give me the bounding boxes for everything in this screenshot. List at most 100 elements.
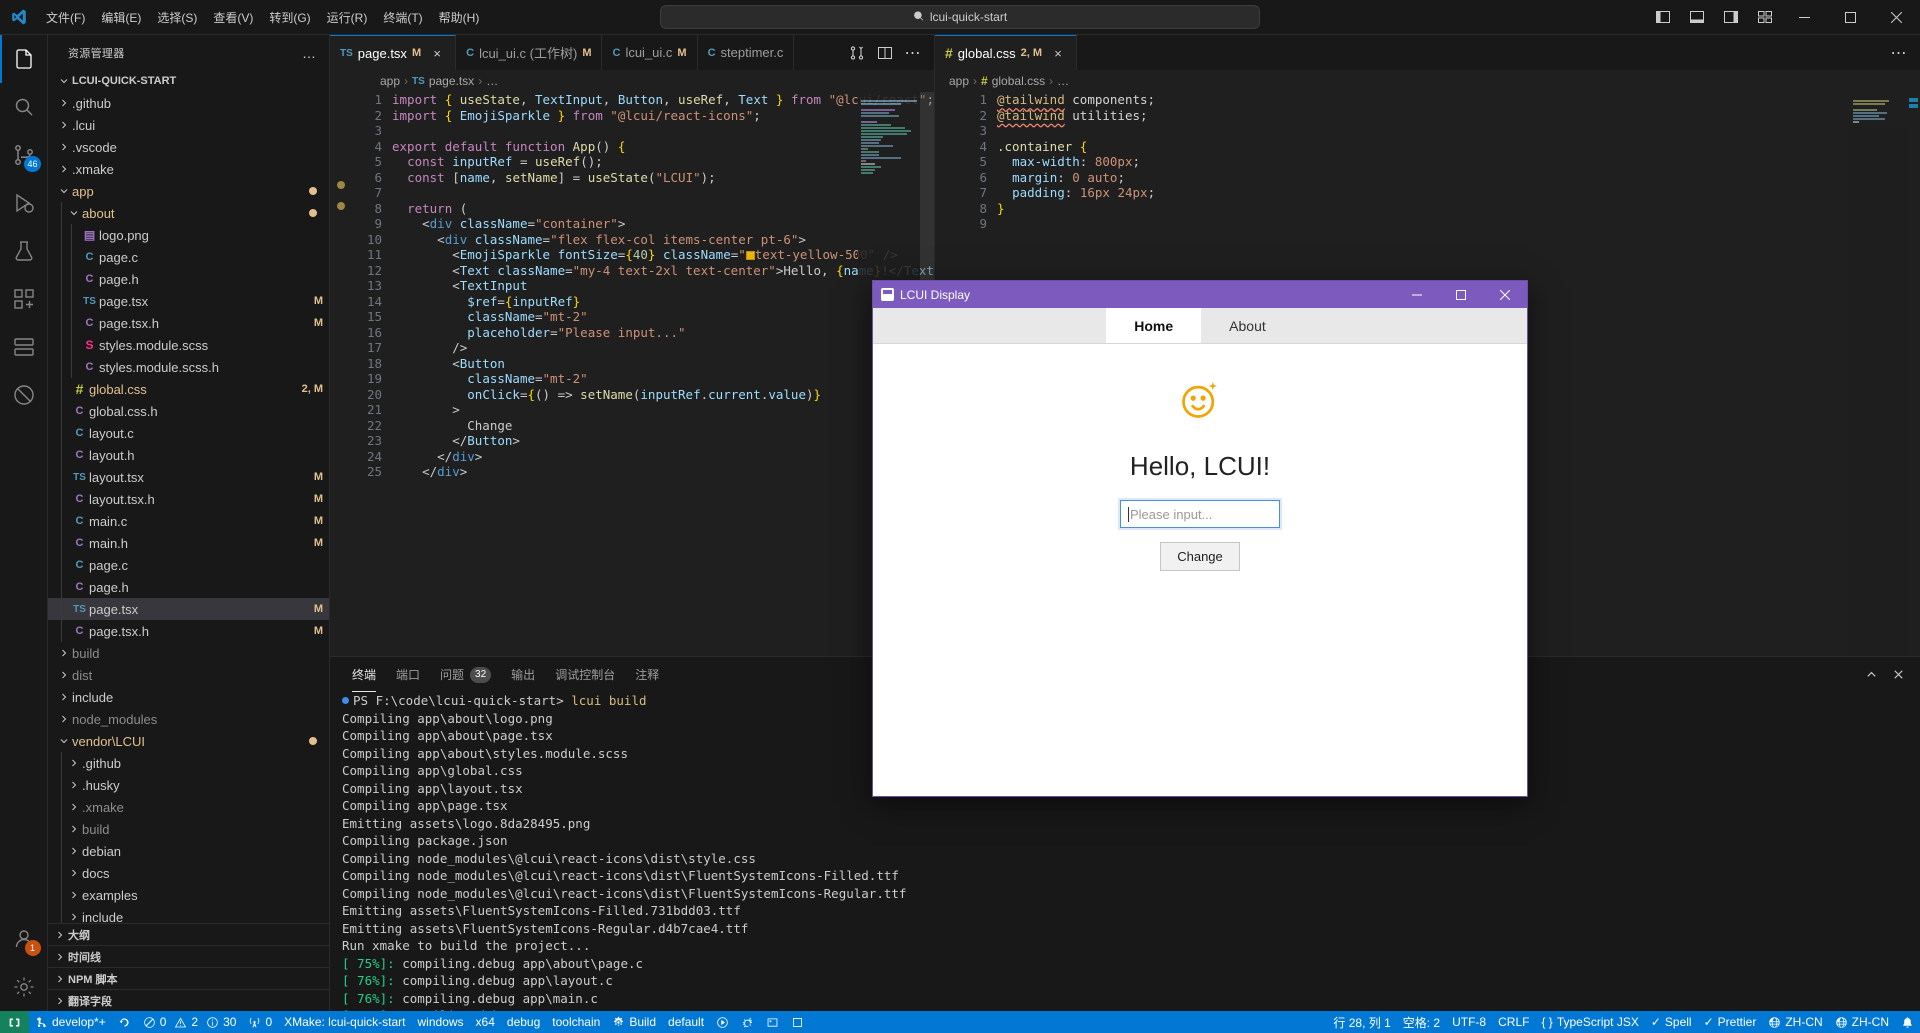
- tree-file-row[interactable]: Cmain.c M: [48, 510, 329, 532]
- close-icon[interactable]: [1483, 281, 1527, 308]
- breadcrumb-2[interactable]: app › # global.css › …: [935, 70, 1920, 92]
- lcui-display-window[interactable]: LCUI Display Home About Hello, LCUI! Ple…: [872, 280, 1528, 797]
- tree-folder-row[interactable]: dist: [48, 664, 329, 686]
- tree-folder-row[interactable]: .github: [48, 92, 329, 114]
- tree-file-row[interactable]: Cstyles.module.scss.h: [48, 356, 329, 378]
- status-xmake-run[interactable]: [710, 1011, 735, 1033]
- more-actions-icon[interactable]: ⋯: [900, 40, 926, 66]
- command-center[interactable]: lcui-quick-start: [660, 5, 1260, 29]
- minimize-icon[interactable]: [1782, 0, 1828, 35]
- menu-view[interactable]: 查看(V): [205, 0, 261, 34]
- breadcrumb-segment[interactable]: …: [486, 74, 498, 88]
- activity-item-remote-explorer[interactable]: [0, 323, 48, 371]
- open-changes-icon[interactable]: [844, 40, 870, 66]
- status-branch[interactable]: develop*+: [29, 1011, 112, 1033]
- tree-folder-row[interactable]: include: [48, 686, 329, 708]
- more-actions-icon[interactable]: ⋯: [1886, 40, 1912, 66]
- status-indentation[interactable]: 空格: 2: [1397, 1011, 1446, 1033]
- sidebar-section-大纲[interactable]: 大纲: [48, 923, 329, 945]
- status-problems[interactable]: 0 2 30: [137, 1011, 243, 1033]
- lcui-title-bar[interactable]: LCUI Display: [873, 281, 1527, 308]
- lcui-tab-home[interactable]: Home: [1106, 308, 1202, 343]
- maximize-icon[interactable]: [1439, 281, 1483, 308]
- panel-tab-注释[interactable]: 注释: [625, 657, 669, 692]
- chevron-up-icon[interactable]: [1859, 663, 1883, 687]
- status-xmake-debug[interactable]: [735, 1011, 760, 1033]
- tree-folder-row[interactable]: node_modules: [48, 708, 329, 730]
- tree-file-row[interactable]: Clayout.tsx.h M: [48, 488, 329, 510]
- maximize-icon[interactable]: [1828, 0, 1874, 35]
- status-ime-1[interactable]: ZH-CN: [1762, 1011, 1828, 1033]
- activity-item-run-and-debug[interactable]: [0, 179, 48, 227]
- tree-file-row[interactable]: Clayout.c: [48, 422, 329, 444]
- editor-scrollbar-2[interactable]: [1906, 92, 1920, 656]
- status-ime-2[interactable]: ZH-CN: [1829, 1011, 1895, 1033]
- editor-tab-global.css[interactable]: # global.css 2, M ×: [935, 35, 1078, 70]
- lcui-tab-about[interactable]: About: [1201, 308, 1294, 343]
- tree-folder-row[interactable]: debian: [48, 840, 329, 862]
- status-sync[interactable]: [112, 1011, 137, 1033]
- tree-folder-row[interactable]: .lcui: [48, 114, 329, 136]
- activity-item-explorer[interactable]: [0, 35, 48, 83]
- panel-tab-输出[interactable]: 输出: [501, 657, 545, 692]
- tab-close-icon[interactable]: ×: [1050, 46, 1066, 61]
- toggle-secondary-sidebar-icon[interactable]: [1714, 3, 1748, 31]
- lcui-change-button[interactable]: Change: [1160, 542, 1240, 571]
- minimap-2[interactable]: [1850, 92, 1906, 656]
- tree-file-row[interactable]: # global.css 2, M: [48, 378, 329, 400]
- menu-help[interactable]: 帮助(H): [431, 0, 488, 34]
- code-editor-1[interactable]: 1 2 3 4 5 6 7 8 9 10 11 12 13 14 15 16 17 18 19 20 21 22 23 24 2…: [330, 92, 934, 656]
- tree-file-row[interactable]: TS page.tsx M: [48, 598, 329, 620]
- status-xmake-toolchain[interactable]: toolchain: [546, 1011, 606, 1033]
- status-notifications[interactable]: [1895, 1011, 1920, 1033]
- sidebar-section-NPM 脚本[interactable]: NPM 脚本: [48, 967, 329, 989]
- menu-terminal[interactable]: 终端(T): [375, 0, 430, 34]
- menu-go[interactable]: 转到(G): [261, 0, 318, 34]
- activity-item-search[interactable]: [0, 83, 48, 131]
- file-tree[interactable]: LCUI-QUICK-START .github .lcui .vscode .xma…: [48, 70, 329, 923]
- tree-folder-row[interactable]: about: [48, 202, 329, 224]
- status-xmake-build[interactable]: Build: [606, 1011, 662, 1033]
- tree-folder-row[interactable]: vendor\LCUI: [48, 730, 329, 752]
- tree-file-row[interactable]: Clayout.h: [48, 444, 329, 466]
- close-panel-icon[interactable]: [1886, 663, 1910, 687]
- tree-folder-row[interactable]: app: [48, 180, 329, 202]
- toggle-primary-sidebar-icon[interactable]: [1646, 3, 1680, 31]
- status-spell-checker[interactable]: ✓ Spell: [1645, 1011, 1698, 1033]
- breadcrumb-segment[interactable]: global.css: [992, 74, 1045, 88]
- menu-selection[interactable]: 选择(S): [149, 0, 205, 34]
- tree-folder-row[interactable]: .xmake: [48, 796, 329, 818]
- lcui-text-input[interactable]: Please input...: [1120, 500, 1280, 528]
- tree-root-node[interactable]: LCUI-QUICK-START: [48, 70, 329, 92]
- sidebar-section-翻译字段[interactable]: 翻译字段: [48, 989, 329, 1011]
- activity-item-source-control[interactable]: 46: [0, 131, 48, 179]
- tree-file-row[interactable]: Cmain.h M: [48, 532, 329, 554]
- tree-folder-row[interactable]: .github: [48, 752, 329, 774]
- status-xmake-launch[interactable]: [760, 1011, 785, 1033]
- tree-folder-row[interactable]: .husky: [48, 774, 329, 796]
- menu-edit[interactable]: 编辑(E): [93, 0, 149, 34]
- tree-file-row[interactable]: TS page.tsx M: [48, 290, 329, 312]
- status-prettier[interactable]: ✓ Prettier: [1698, 1011, 1763, 1033]
- sidebar-section-时间线[interactable]: 时间线: [48, 945, 329, 967]
- tree-folder-row[interactable]: build: [48, 642, 329, 664]
- activity-item-testing[interactable]: [0, 227, 48, 275]
- status-cursor-position[interactable]: 行 28, 列 1: [1327, 1011, 1396, 1033]
- status-encoding[interactable]: UTF-8: [1446, 1011, 1492, 1033]
- editor-tab-lcui_ui.c (工作树)[interactable]: Clcui_ui.c (工作树) M: [456, 35, 603, 70]
- sidebar-more-actions-icon[interactable]: …: [302, 45, 321, 61]
- activity-item-todo-tree[interactable]: [0, 371, 48, 419]
- tree-file-row[interactable]: Cpage.c: [48, 554, 329, 576]
- tree-file-row[interactable]: Cpage.tsx.h M: [48, 312, 329, 334]
- editor-tab-steptimer.c[interactable]: Csteptimer.c: [697, 35, 795, 70]
- close-icon[interactable]: [1874, 0, 1920, 35]
- status-language-mode[interactable]: { } TypeScript JSX: [1535, 1011, 1644, 1033]
- panel-tab-终端[interactable]: 终端: [342, 657, 386, 692]
- tree-file-row[interactable]: Cglobal.css.h: [48, 400, 329, 422]
- tree-folder-row[interactable]: include: [48, 906, 329, 923]
- tree-folder-row[interactable]: build: [48, 818, 329, 840]
- tree-folder-row[interactable]: docs: [48, 862, 329, 884]
- customize-layout-icon[interactable]: [1748, 3, 1782, 31]
- panel-tab-端口[interactable]: 端口: [386, 657, 430, 692]
- status-ports[interactable]: 0: [242, 1011, 278, 1033]
